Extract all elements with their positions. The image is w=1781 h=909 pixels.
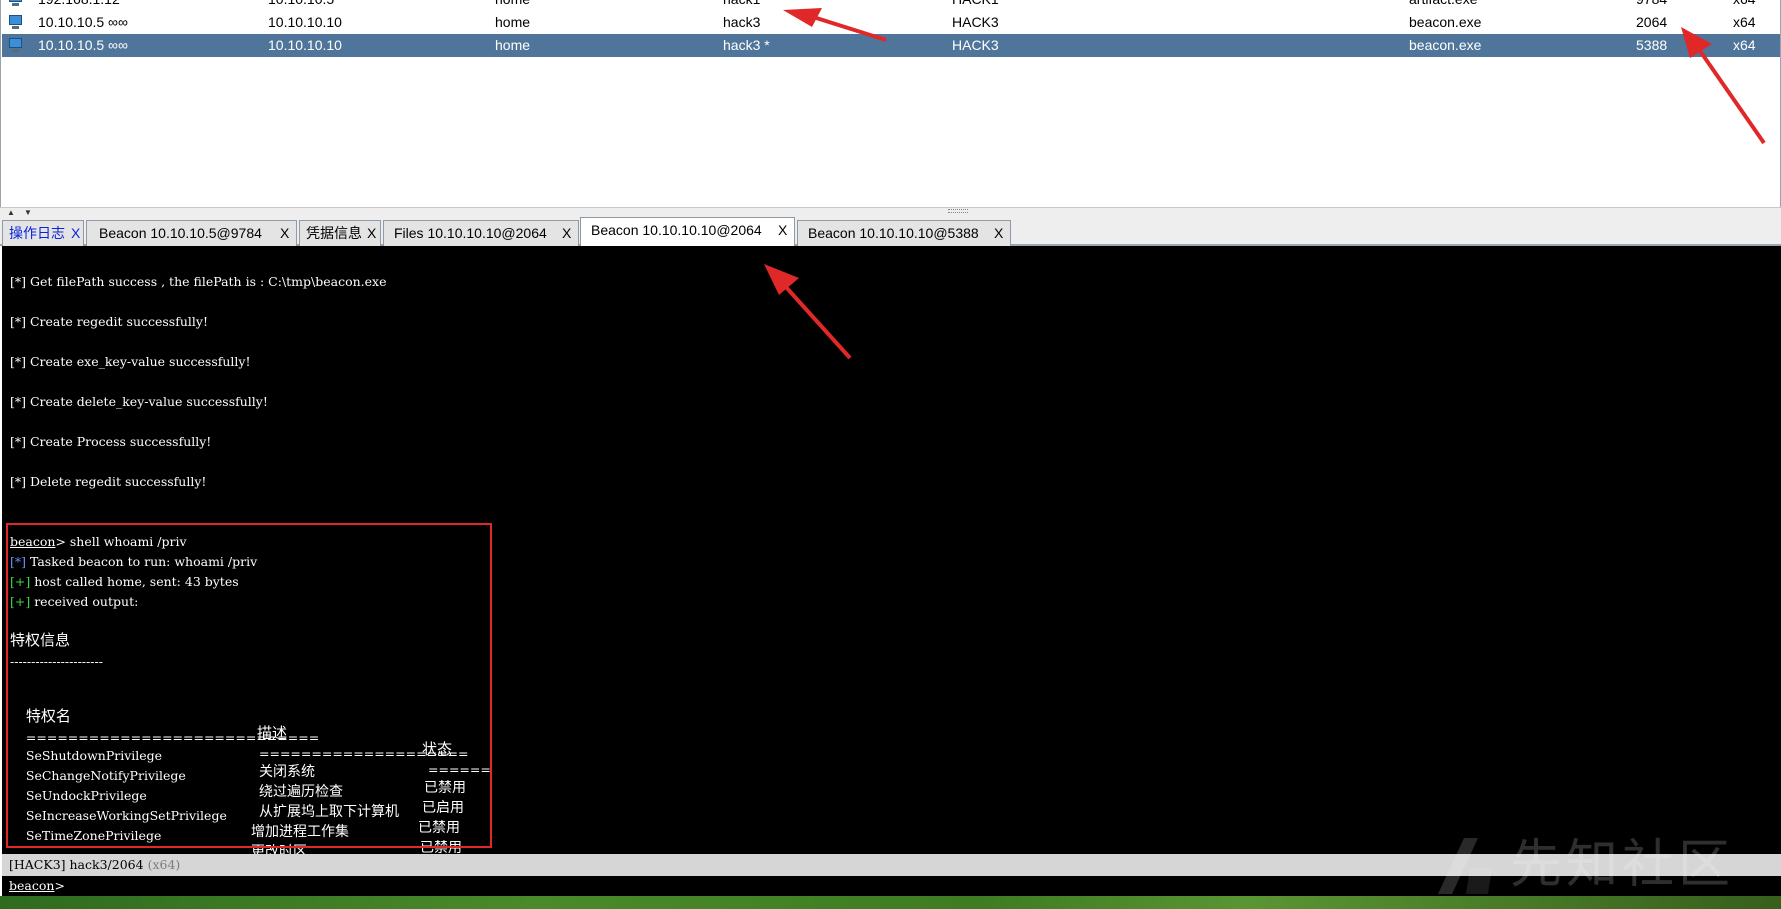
watermark-text: 先知社区: [1510, 835, 1735, 895]
computer-monitor-icon: [7, 38, 24, 53]
tab-operation-log[interactable]: 操作日志 X: [2, 220, 84, 246]
close-icon[interactable]: X: [994, 221, 1003, 245]
arch: x64: [1733, 0, 1756, 11]
tab-label: 凭据信息: [306, 225, 362, 241]
internal-ip: 10.10.10.5: [268, 0, 334, 11]
process: artifact.exe: [1409, 0, 1477, 11]
internal-ip: 10.10.10.10: [268, 37, 342, 53]
process: beacon.exe: [1409, 14, 1482, 30]
computer-monitor-icon: [7, 15, 24, 30]
console-line: [*] Create Process successfully!: [10, 434, 212, 449]
arch: x64: [1733, 14, 1756, 30]
close-icon[interactable]: X: [280, 221, 289, 245]
status-label: [HACK3] hack3/2064: [9, 857, 144, 872]
console-line: [*] Create regedit successfully!: [10, 314, 208, 329]
watermark-logo-icon: [1438, 838, 1492, 894]
highlight-box: [6, 523, 492, 848]
external-ip: 10.10.10.5 ∞∞: [38, 14, 129, 30]
tab-label: Beacon 10.10.10.10@5388: [808, 225, 979, 241]
external-ip: 10.10.10.5 ∞∞: [38, 37, 129, 53]
computer: hack3: [723, 14, 761, 30]
note: HACK3: [952, 14, 999, 30]
computer: hack1: [723, 0, 760, 11]
user: home: [495, 37, 531, 53]
close-icon[interactable]: X: [71, 221, 80, 245]
desktop-background: [0, 896, 1781, 909]
pid: 2064: [1636, 14, 1668, 30]
close-icon[interactable]: X: [367, 221, 376, 245]
tab-label: Files 10.10.10.10@2064: [394, 225, 547, 241]
tab-label: 操作日志: [9, 225, 65, 241]
session-row-selected[interactable]: 10.10.10.5 ∞∞ 10.10.10.10 home hack3 * H…: [2, 34, 1780, 57]
console-line: [*] Create delete_key-value successfully…: [10, 394, 268, 409]
internal-ip: 10.10.10.10: [268, 14, 342, 30]
user: home: [495, 14, 531, 30]
arch: x64: [1733, 37, 1756, 53]
pid: 9784: [1636, 0, 1667, 11]
user: home: [495, 0, 530, 11]
session-row[interactable]: 10.10.10.5 ∞∞ 10.10.10.10 home hack3 HAC…: [2, 11, 1780, 34]
note: HACK1: [952, 0, 999, 11]
console-line: [*] Create exe_key-value successfully!: [10, 354, 251, 369]
status-arch: (x64): [147, 857, 181, 872]
close-icon[interactable]: X: [562, 221, 571, 245]
close-icon[interactable]: X: [778, 218, 787, 242]
collapse-down-icon[interactable]: ▼: [24, 208, 32, 217]
computer: hack3 *: [723, 37, 770, 53]
tab-files-2064[interactable]: Files 10.10.10.10@2064 X: [383, 220, 579, 246]
input-prompt-suffix: >: [54, 878, 65, 893]
tab-label: Beacon 10.10.10.5@9784: [99, 225, 262, 241]
external-ip: 192.168.1.12: [38, 0, 120, 11]
collapse-up-icon[interactable]: ▲: [7, 208, 15, 217]
pid: 5388: [1636, 37, 1668, 53]
splitter-grip-icon[interactable]: [948, 209, 968, 213]
process: beacon.exe: [1409, 37, 1482, 53]
tab-beacon-2064[interactable]: Beacon 10.10.10.10@2064 X: [580, 217, 795, 246]
console-line: [*] Delete regedit successfully!: [10, 474, 207, 489]
note: HACK3: [952, 37, 999, 53]
tab-label: Beacon 10.10.10.10@2064: [591, 222, 762, 238]
tab-beacon-5388[interactable]: Beacon 10.10.10.10@5388 X: [797, 220, 1011, 246]
tab-bar: 操作日志 X Beacon 10.10.10.5@9784 X 凭据信息 X F…: [0, 217, 1781, 246]
tab-beacon-9784[interactable]: Beacon 10.10.10.5@9784 X: [86, 220, 297, 246]
pane-splitter[interactable]: ▲ ▼: [0, 207, 1781, 217]
session-row[interactable]: 192.168.1.12 10.10.10.5 home hack1 HACK1…: [2, 0, 1780, 11]
session-table: 192.168.1.12 10.10.10.5 home hack1 HACK1…: [0, 0, 1781, 207]
tab-credentials[interactable]: 凭据信息 X: [299, 220, 381, 246]
console-line: [*] Get filePath success , the filePath …: [10, 274, 387, 289]
input-prompt: beacon: [9, 878, 55, 893]
computer-monitor-icon: [7, 0, 24, 7]
